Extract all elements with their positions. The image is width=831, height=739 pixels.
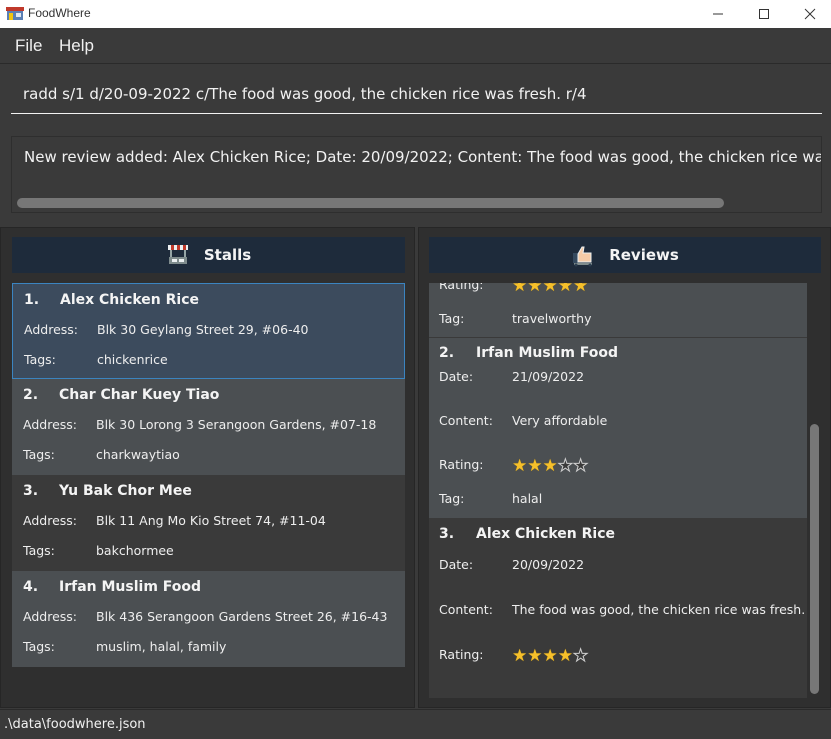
stall-name: 4. Irfan Muslim Food [23,579,202,595]
reviews-panel: Reviews Rating: ★★★★★ Tag: travelworthy 2.… [418,227,831,708]
data-file-path: .\data\foodwhere.json [4,717,146,732]
minimize-icon [713,13,723,15]
minimize-button[interactable] [695,0,741,28]
stall-card[interactable]: 2. Char Char Kuey Tiao Address: Blk 30 Lor… [12,379,405,475]
stall-address: Address: Blk 436 Serangoon Gardens Street… [23,609,388,624]
review-card[interactable]: 3. Alex Chicken Rice Date: 20/09/2022 Cont… [429,519,807,698]
star-icon: ★ [512,455,528,476]
command-input[interactable] [11,74,822,113]
stall-tags: Tags: chickenrice [24,352,168,367]
star-icon: ★ [557,455,573,476]
close-button[interactable] [787,0,831,28]
menu-bar: File Help [0,28,831,64]
vertical-scrollbar[interactable] [810,424,819,694]
star-icon: ★ [527,455,543,476]
star-icon: ★ [512,283,528,296]
star-icon: ★ [542,455,558,476]
stall-address: Address: Blk 30 Lorong 3 Serangoon Garden… [23,417,377,432]
window-title: FoodWhere [28,6,91,20]
review-icon [573,246,593,267]
stalls-header: Stalls [12,237,405,273]
stall-name: 3. Yu Bak Chor Mee [23,483,192,499]
review-card[interactable]: Rating: ★★★★★ Tag: travelworthy [429,283,807,337]
review-rating: Rating: ★★★★★ [439,645,589,666]
review-date: Date: 20/09/2022 [439,557,585,572]
maximize-button[interactable] [741,0,787,28]
maximize-icon [759,9,769,19]
stall-name: 1. Alex Chicken Rice [24,292,200,308]
stall-card[interactable]: 3. Yu Bak Chor Mee Address: Blk 11 Ang Mo … [12,475,405,571]
horizontal-scrollbar[interactable] [17,198,724,208]
app-icon [6,7,24,20]
result-text: New review added: Alex Chicken Rice; Dat… [24,148,821,166]
reviews-title: Reviews [609,246,679,264]
rating-stars: ★★★★★ [512,283,588,294]
stall-address: Address: Blk 11 Ang Mo Kio Street 74, #11… [23,513,326,528]
stall-card[interactable]: 1. Alex Chicken Rice Address: Blk 30 Geyla… [12,283,405,379]
star-icon: ★ [527,283,543,296]
review-stall-name: 2. Irfan Muslim Food [439,345,619,361]
star-icon: ★ [542,645,558,666]
review-rating: Rating: ★★★★★ [439,455,589,476]
reviews-header: Reviews [429,237,821,273]
stall-tags: Tags: bakchormee [23,543,174,558]
review-card[interactable]: 2. Irfan Muslim Food Date: 21/09/2022 Cont… [429,338,807,518]
stall-tags: Tags: muslim, halal, family [23,639,227,654]
stall-address: Address: Blk 30 Geylang Street 29, #06-40 [24,322,309,337]
stall-tags: Tags: charkwaytiao [23,447,180,462]
review-tag: Tag: halal [439,491,543,506]
review-content: Content: The food was good, the chicken r… [439,602,806,617]
star-icon: ★ [557,283,573,296]
rating-stars: ★★★★★ [512,645,589,666]
result-display: New review added: Alex Chicken Rice; Dat… [11,136,822,213]
review-date: Date: 21/09/2022 [439,369,585,384]
status-bar: .\data\foodwhere.json [0,709,831,739]
star-icon: ★ [542,283,558,296]
star-icon: ★ [572,455,589,476]
review-content: Content: Very affordable [439,413,608,428]
command-box [11,74,822,114]
title-bar: FoodWhere [0,0,831,28]
review-stall-name: 3. Alex Chicken Rice [439,526,616,542]
stall-list: 1. Alex Chicken Rice Address: Blk 30 Geyla… [12,283,405,667]
stalls-title: Stalls [203,246,252,264]
stall-name: 2. Char Char Kuey Tiao [23,387,220,403]
star-icon: ★ [527,645,543,666]
review-list: Rating: ★★★★★ Tag: travelworthy 2. Irfan Mu… [429,283,807,698]
menu-help[interactable]: Help [59,36,94,56]
rating-stars: ★★★★★ [512,455,589,476]
stall-card[interactable]: 4. Irfan Muslim Food Address: Blk 436 Sera… [12,571,405,667]
close-icon [804,8,816,20]
review-tag: Tag: travelworthy [439,311,592,326]
stalls-panel: Stalls 1. Alex Chicken Rice Address: Blk 3… [0,227,415,708]
star-icon: ★ [557,645,573,666]
menu-file[interactable]: File [15,36,42,56]
stall-icon [167,245,188,264]
star-icon: ★ [573,283,589,296]
review-rating: Rating: ★★★★★ [439,283,588,294]
star-icon: ★ [572,645,589,666]
star-icon: ★ [512,645,528,666]
